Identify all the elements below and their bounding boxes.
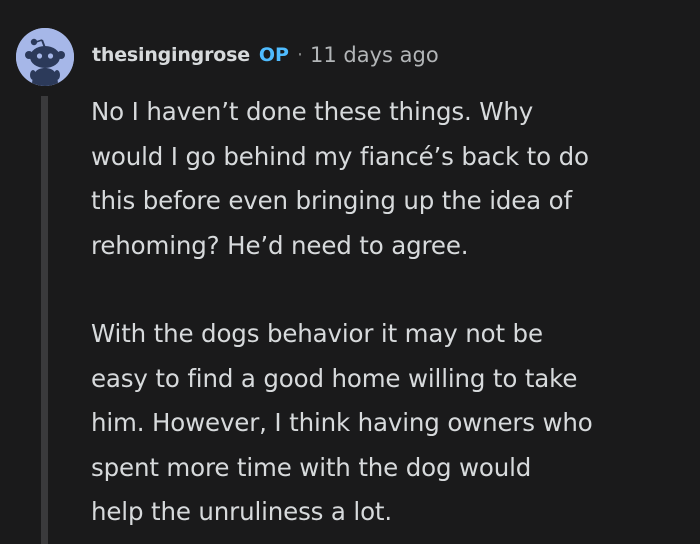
text-line: With the dogs behavior it may not be [91,319,543,348]
meta-separator: · [296,44,304,66]
reddit-snoo-avatar-icon [16,28,74,86]
text-line: help the unruliness a lot. [91,497,393,526]
author-username[interactable]: thesingingrose [92,44,250,66]
user-avatar[interactable] [16,28,74,86]
comment: thesingingrose OP · 11 days ago No I hav… [0,0,700,544]
text-line: spent more time with the dog would [91,452,532,482]
text-line: rehoming? He’d need to agree. [91,230,469,260]
comment-header: thesingingrose OP · 11 days ago [92,40,439,70]
text-line: this before even bringing up the idea of [91,186,572,215]
thread-collapse-line[interactable] [41,96,48,544]
comment-timestamp[interactable]: 11 days ago [310,43,439,67]
comment-body: No I haven’t done these things. Why woul… [91,90,691,535]
text-line: No I haven’t done these things. Why [91,97,534,126]
comment-paragraph: No I haven’t done these things. Why woul… [91,90,691,268]
text-line: would I go behind my fiancé’s back to do [91,141,589,171]
comment-paragraph: With the dogs behavior it may not be eas… [91,312,691,535]
text-line: him. However, I think having owners who [91,408,593,437]
op-badge: OP [258,44,289,66]
text-line: easy to find a good home willing to take [91,363,578,393]
